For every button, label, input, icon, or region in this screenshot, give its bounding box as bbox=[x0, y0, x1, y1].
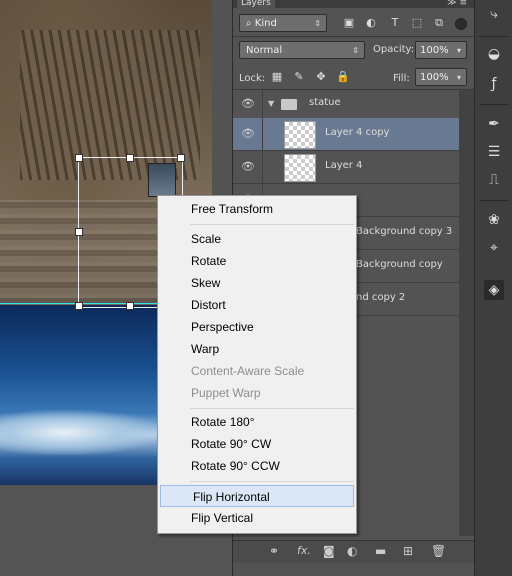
layers-footer: ⚭ fx. ◙ ◐ ▬ ⊞ 🗑 bbox=[233, 540, 475, 563]
filter-toggle[interactable] bbox=[455, 18, 467, 30]
menu-item-rotate-90-cw[interactable]: Rotate 90° CW bbox=[159, 433, 355, 455]
lock-label: Lock: bbox=[239, 73, 266, 84]
lock-brush-icon[interactable]: ✎ bbox=[291, 69, 307, 85]
layer-row-layer-4[interactable]: 👁 Layer 4 bbox=[233, 151, 459, 184]
menu-separator bbox=[190, 481, 354, 482]
layer-name: Layer 4 bbox=[325, 160, 363, 171]
transform-handle-tr[interactable] bbox=[177, 154, 185, 162]
fx-icon[interactable]: fx. bbox=[297, 544, 311, 557]
menu-item-rotate-180[interactable]: Rotate 180° bbox=[159, 411, 355, 433]
shape-icon[interactable]: ⬚ bbox=[409, 15, 425, 31]
layer-name: Background copy bbox=[356, 259, 443, 270]
menu-item-flip-horizontal[interactable]: Flip Horizontal bbox=[160, 485, 354, 507]
chevron-updown-icon: ⇕ bbox=[352, 46, 359, 55]
layer-thumbnail bbox=[284, 121, 316, 149]
properties-icon[interactable]: ☰ bbox=[484, 142, 504, 162]
transform-handle-b[interactable] bbox=[126, 302, 134, 310]
channels-icon[interactable]: ❀ bbox=[484, 210, 504, 230]
fill-field[interactable]: 100% ▾ bbox=[415, 68, 467, 86]
menu-item-rotate[interactable]: Rotate bbox=[159, 250, 355, 272]
layers-icon[interactable]: ◈ bbox=[484, 280, 504, 300]
lock-transparency-icon[interactable]: ▦ bbox=[269, 69, 285, 85]
transform-handle-bl[interactable] bbox=[75, 302, 83, 310]
menu-item-free-transform[interactable]: Free Transform bbox=[159, 198, 355, 220]
blend-mode-label: Normal bbox=[246, 45, 283, 56]
eye-icon[interactable]: 👁 bbox=[241, 160, 255, 174]
folder-icon bbox=[281, 99, 297, 110]
new-layer-icon[interactable]: ⊞ bbox=[403, 544, 413, 558]
menu-item-scale[interactable]: Scale bbox=[159, 228, 355, 250]
menu-separator bbox=[190, 224, 354, 225]
menu-item-content-aware-scale: Content-Aware Scale bbox=[191, 364, 305, 378]
menu-item-flip-vertical[interactable]: Flip Vertical bbox=[159, 507, 355, 529]
circle-half-icon[interactable]: ◐ bbox=[363, 15, 379, 31]
menu-item-skew[interactable]: Skew bbox=[159, 272, 355, 294]
eye-icon[interactable]: 👁 bbox=[241, 97, 255, 111]
menu-item-puppet-warp: Puppet Warp bbox=[191, 386, 261, 400]
lock-all-icon[interactable]: 🔒 bbox=[335, 69, 351, 85]
color-icon[interactable]: ◒ bbox=[484, 44, 504, 64]
divider bbox=[262, 151, 263, 183]
divider bbox=[479, 36, 509, 37]
brush-icon[interactable]: ✒ bbox=[484, 114, 504, 134]
type-icon[interactable]: T bbox=[387, 15, 403, 31]
blend-mode-select[interactable]: Normal ⇕ bbox=[239, 41, 365, 59]
layer-name: Layer 4 copy bbox=[325, 127, 390, 138]
paths-icon[interactable]: ⌖ bbox=[484, 238, 504, 258]
image-icon[interactable]: ▣ bbox=[341, 15, 357, 31]
layer-row-layer-4-copy[interactable]: 👁 Layer 4 copy bbox=[233, 118, 459, 151]
link-icon[interactable]: ⚭ bbox=[269, 544, 279, 558]
menu-item-perspective[interactable]: Perspective bbox=[159, 316, 355, 338]
menu-item-warp[interactable]: Warp bbox=[159, 338, 355, 360]
mask-icon[interactable]: ◙ bbox=[323, 544, 335, 558]
divider bbox=[479, 104, 509, 105]
transform-context-menu: Free Transform Scale Rotate Skew Distort… bbox=[157, 195, 357, 534]
chevron-down-icon[interactable]: ▼ bbox=[268, 99, 274, 108]
layer-name: Background copy 3 bbox=[356, 226, 453, 237]
smart-object-icon[interactable]: ⧉ bbox=[431, 15, 447, 31]
layers-scrollbar[interactable] bbox=[459, 90, 475, 536]
lock-move-icon[interactable]: ✥ bbox=[313, 69, 329, 85]
right-toolbar: ⤷ ◒ ƒ ✒ ☰ ⎍ ❀ ⌖ ◈ bbox=[474, 0, 512, 576]
opacity-value: 100% bbox=[420, 45, 449, 56]
opacity-label: Opacity: bbox=[373, 44, 415, 55]
styles-icon[interactable]: ƒ bbox=[484, 74, 504, 94]
kind-select[interactable]: ⌕ Kind ⇕ bbox=[239, 14, 327, 32]
transform-handle-l[interactable] bbox=[75, 228, 83, 236]
divider bbox=[262, 90, 263, 118]
divider bbox=[262, 118, 263, 150]
transform-handle-tl[interactable] bbox=[75, 154, 83, 162]
chevron-down-icon: ▾ bbox=[456, 73, 461, 82]
transform-handle-t[interactable] bbox=[126, 154, 134, 162]
trash-icon[interactable]: 🗑 bbox=[431, 544, 446, 558]
opacity-field[interactable]: 100% ▾ bbox=[415, 41, 467, 59]
adjustment-icon[interactable]: ◐ bbox=[347, 544, 357, 558]
layer-name: statue bbox=[309, 97, 341, 108]
panel-header: Layers ≫ ≡ bbox=[233, 0, 475, 8]
layer-name: nd copy 2 bbox=[356, 292, 406, 303]
layer-group-statue[interactable]: 👁 ▼ statue bbox=[233, 90, 459, 119]
folder-icon[interactable]: ▬ bbox=[375, 544, 386, 558]
chevron-updown-icon: ⇕ bbox=[314, 19, 321, 28]
fill-label: Fill: bbox=[393, 73, 410, 84]
tab-layers[interactable]: Layers bbox=[237, 0, 275, 8]
menu-item-rotate-90-ccw[interactable]: Rotate 90° CCW bbox=[159, 455, 355, 477]
menu-separator bbox=[190, 408, 354, 409]
divider bbox=[479, 200, 509, 201]
search-icon: ⌕ bbox=[246, 18, 255, 29]
fill-value: 100% bbox=[420, 72, 449, 83]
chevron-down-icon: ▾ bbox=[456, 46, 461, 55]
layer-thumbnail bbox=[284, 154, 316, 182]
history-icon[interactable]: ⤷ bbox=[484, 4, 504, 24]
divider bbox=[233, 36, 475, 37]
eye-icon[interactable]: 👁 bbox=[241, 127, 255, 141]
menu-item-distort[interactable]: Distort bbox=[159, 294, 355, 316]
kind-select-label: Kind bbox=[254, 18, 277, 29]
panel-menu-icon[interactable]: ≫ ≡ bbox=[447, 0, 467, 8]
wave-foam bbox=[0, 410, 160, 455]
clone-icon[interactable]: ⎍ bbox=[484, 170, 504, 190]
filter-row: ⌕ Kind ⇕ ▣ ◐ T ⬚ ⧉ bbox=[239, 12, 469, 34]
